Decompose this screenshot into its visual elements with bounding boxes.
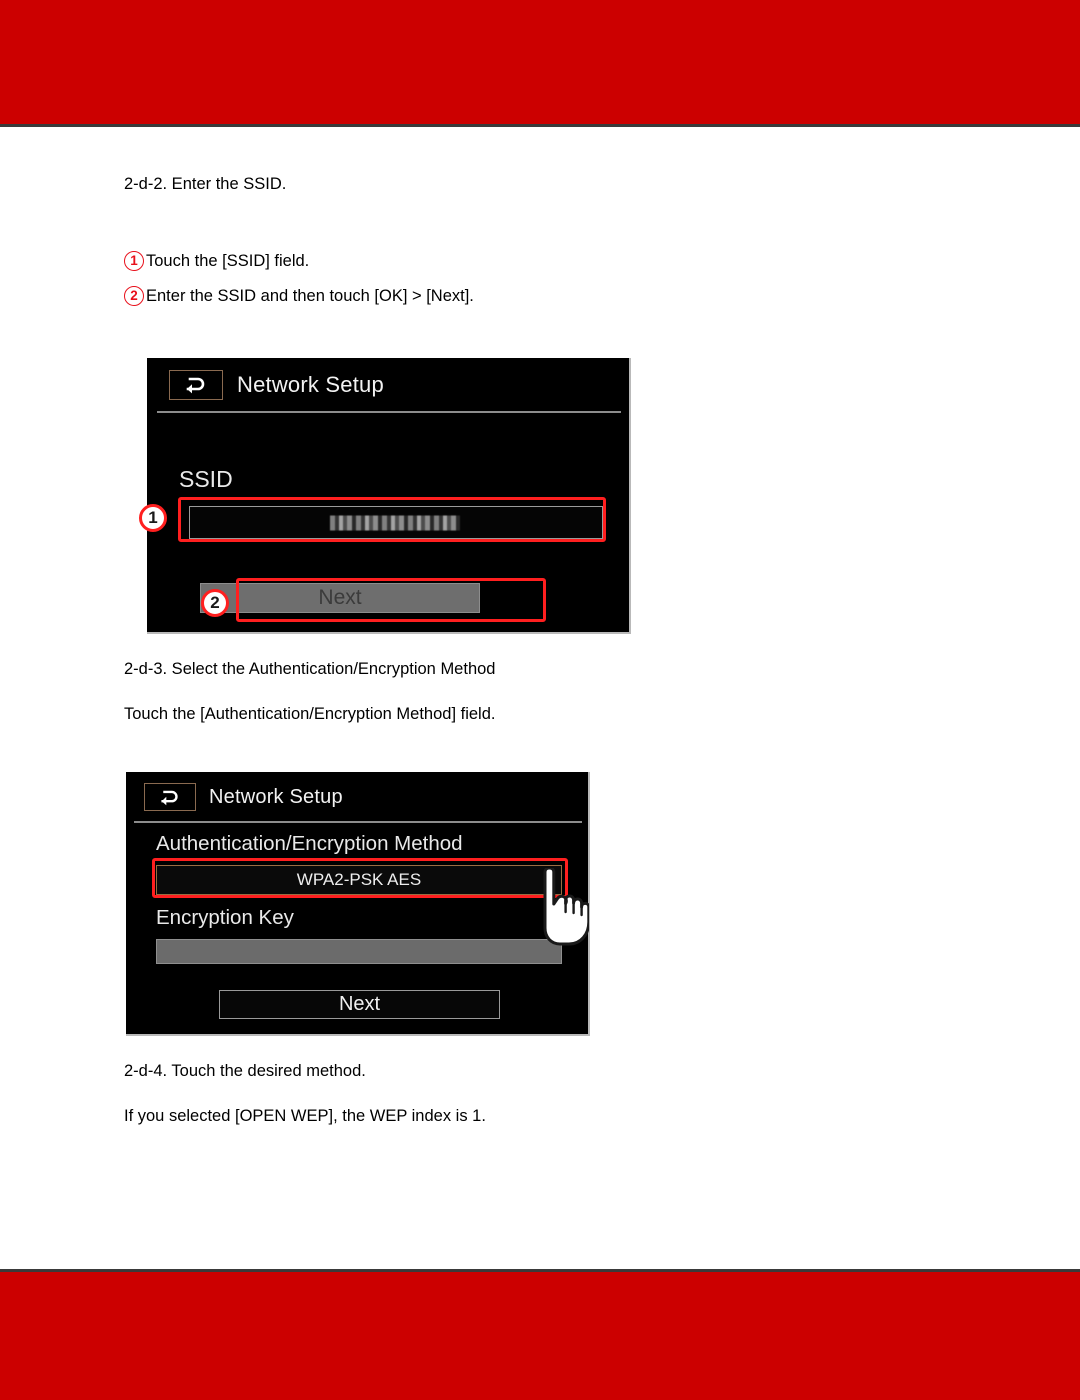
auth-next-button[interactable]: Next (219, 990, 500, 1019)
auth-screen-title: Network Setup (209, 785, 343, 808)
encryption-key-label: Encryption Key (156, 906, 294, 929)
annotation-marker-1: 1 (139, 504, 167, 532)
auth-screen-divider (134, 821, 582, 823)
ssid-field-label: SSID (179, 466, 233, 492)
step-2d3-body: Touch the [Authentication/Encryption Met… (124, 705, 496, 723)
step-2d2-item-2-label: Enter the SSID and then touch [OK] > [Ne… (146, 286, 474, 305)
auth-next-button-label: Next (338, 993, 381, 1015)
ssid-screen-titlebar: Network Setup (147, 358, 629, 412)
ssid-value-redacted (330, 515, 460, 530)
back-arrow-icon[interactable] (144, 783, 196, 811)
step-2d2-heading: 2-d-2. Enter the SSID. (124, 175, 287, 193)
page-header-band (0, 0, 1080, 127)
device-screen-auth: Network Setup Authentication/Encryption … (126, 772, 590, 1036)
ssid-screen-title: Network Setup (237, 372, 384, 397)
auth-screen-titlebar: Network Setup (126, 772, 588, 822)
encryption-key-input[interactable] (156, 939, 562, 964)
circled-number-1-icon: 1 (124, 251, 144, 271)
page-footer-band (0, 1269, 1080, 1400)
step-2d2-item-1-label: Touch the [SSID] field. (146, 251, 310, 270)
annotation-marker-2: 2 (201, 589, 229, 617)
pointing-hand-icon (527, 868, 589, 946)
step-2d3-heading: 2-d-3. Select the Authentication/Encrypt… (124, 660, 496, 678)
step-2d2-item-2: 2 Enter the SSID and then touch [OK] > [… (124, 286, 474, 306)
step-2d4-heading: 2-d-4. Touch the desired method. (124, 1062, 366, 1080)
ssid-screen-divider (157, 411, 621, 413)
ssid-input[interactable] (189, 506, 603, 539)
back-arrow-icon[interactable] (169, 370, 223, 400)
ssid-next-button-label: Next (318, 586, 362, 609)
step-2d4-body: If you selected [OPEN WEP], the WEP inde… (124, 1107, 486, 1125)
step-2d2-item-1: 1 Touch the [SSID] field. (124, 251, 309, 271)
circled-number-2-icon: 2 (124, 286, 144, 306)
auth-method-value: WPA2-PSK AES (296, 870, 422, 889)
auth-method-select[interactable]: WPA2-PSK AES (156, 865, 562, 895)
ssid-next-button[interactable]: Next (200, 583, 480, 613)
auth-method-label: Authentication/Encryption Method (156, 832, 463, 855)
